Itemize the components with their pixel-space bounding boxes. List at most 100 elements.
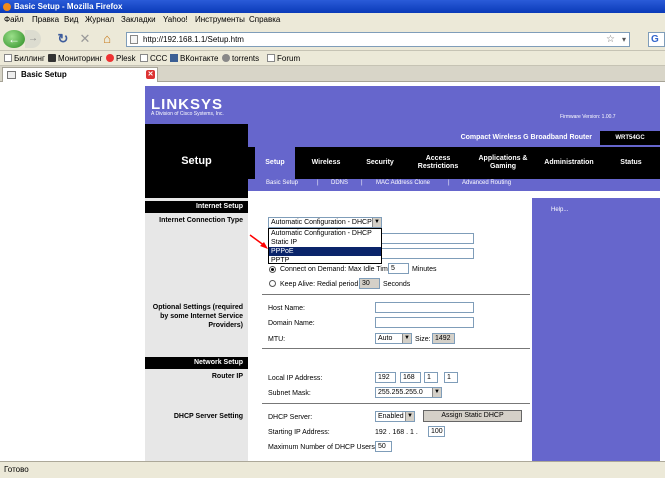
window-title-bar: Basic Setup - Mozilla Firefox bbox=[0, 0, 665, 13]
mtu-select[interactable]: Auto ▼ bbox=[375, 333, 412, 344]
stop-icon[interactable]: ✕ bbox=[78, 30, 92, 48]
pppoe-password-input[interactable] bbox=[378, 248, 474, 259]
reload-icon[interactable]: ↻ bbox=[56, 30, 70, 48]
local-ip-label: Local IP Address: bbox=[268, 375, 323, 382]
model-badge: WRT54GC bbox=[600, 131, 660, 145]
local-ip-octet-1[interactable]: 192 bbox=[375, 372, 396, 383]
subnet-mask-label: Subnet Mask: bbox=[268, 390, 311, 397]
subnet-mask-select[interactable]: 255.255.255.0 ▼ bbox=[375, 387, 442, 398]
menu-edit[interactable]: Правка bbox=[32, 13, 59, 27]
subtab-advanced-routing[interactable]: Advanced Routing bbox=[462, 180, 511, 186]
host-name-label: Host Name: bbox=[268, 305, 305, 312]
subtab-separator: | bbox=[361, 180, 363, 186]
tab-bar: Basic Setup ✕ bbox=[0, 66, 665, 82]
menu-yahoo[interactable]: Yahoo! bbox=[163, 13, 188, 27]
page-icon bbox=[267, 54, 275, 62]
url-dropdown-icon[interactable]: ▾ bbox=[622, 33, 626, 46]
bookmark-ccc[interactable]: CCC bbox=[140, 51, 167, 66]
tab-title: Basic Setup bbox=[21, 70, 67, 79]
starting-ip-label: Starting IP Address: bbox=[268, 429, 330, 436]
option-pppoe[interactable]: PPPoE bbox=[269, 247, 381, 256]
logo-subtitle: A Division of Cisco Systems, Inc. bbox=[151, 111, 224, 117]
forward-button[interactable]: → bbox=[25, 30, 41, 48]
chevron-down-icon: ▼ bbox=[402, 334, 411, 343]
page-content: LINKSYS A Division of Cisco Systems, Inc… bbox=[0, 83, 665, 461]
navigation-toolbar: ← → ↻ ✕ ⌂ http://192.168.1.1/Setup.htm ☆… bbox=[0, 27, 665, 51]
subtab-mac-clone[interactable]: MAC Address Clone bbox=[376, 180, 430, 186]
bookmark-torrents[interactable]: torrents bbox=[222, 51, 259, 66]
tab-status[interactable]: Status bbox=[606, 147, 656, 179]
menu-help[interactable]: Справка bbox=[249, 13, 280, 27]
divider bbox=[262, 403, 530, 404]
tab-setup[interactable]: Setup bbox=[255, 147, 295, 179]
torrent-icon bbox=[222, 54, 230, 62]
menu-history[interactable]: Журнал bbox=[85, 13, 114, 27]
max-dhcp-users-input[interactable]: 50 bbox=[375, 441, 392, 452]
bookmark-plesk[interactable]: Plesk bbox=[106, 51, 136, 66]
starting-ip-prefix: 192 . 168 . 1 . bbox=[375, 429, 418, 436]
home-icon[interactable]: ⌂ bbox=[100, 30, 114, 48]
bookmark-star-icon[interactable]: ☆ bbox=[606, 33, 615, 46]
assign-static-dhcp-button[interactable]: Assign Static DHCP bbox=[423, 410, 522, 422]
pppoe-username-input[interactable] bbox=[378, 233, 474, 244]
tab-access-restrictions[interactable]: Access Restrictions bbox=[408, 147, 468, 179]
domain-name-input[interactable] bbox=[375, 317, 474, 328]
bookmark-forum[interactable]: Forum bbox=[267, 51, 300, 66]
page-icon bbox=[7, 71, 16, 79]
connection-type-select[interactable]: Automatic Configuration - DHCP ▼ bbox=[268, 217, 382, 228]
dhcp-server-select[interactable]: Enabled ▼ bbox=[375, 411, 415, 422]
bookmark-billing[interactable]: Биллинг bbox=[4, 51, 45, 66]
product-name: Compact Wireless G Broadband Router bbox=[460, 134, 592, 141]
tab-wireless[interactable]: Wireless bbox=[300, 147, 352, 179]
subtab-basic-setup[interactable]: Basic Setup bbox=[266, 180, 298, 186]
subtabs-band bbox=[248, 179, 660, 191]
help-link[interactable]: Help... bbox=[551, 207, 568, 213]
keep-alive-radio[interactable] bbox=[269, 280, 276, 287]
starting-ip-input[interactable]: 100 bbox=[428, 426, 445, 437]
connect-on-demand-label: Connect on Demand: Max Idle Time bbox=[280, 266, 392, 273]
mtu-size-label: Size: bbox=[415, 336, 431, 343]
dhcp-server-setting-label: DHCP Server Setting bbox=[173, 413, 243, 420]
redial-period-input[interactable]: 30 bbox=[359, 278, 380, 289]
red-arrow-icon bbox=[249, 234, 268, 249]
window-title: Basic Setup - Mozilla Firefox bbox=[14, 2, 123, 11]
option-pptp[interactable]: PPTP bbox=[269, 256, 381, 265]
bookmark-vkontakte[interactable]: ВКонтакте bbox=[170, 51, 219, 66]
back-button[interactable]: ← bbox=[3, 30, 25, 48]
menu-file[interactable]: Файл bbox=[4, 13, 24, 27]
local-ip-octet-2[interactable]: 168 bbox=[400, 372, 421, 383]
redial-period-unit: Seconds bbox=[383, 281, 411, 288]
chevron-down-icon: ▼ bbox=[372, 218, 381, 227]
connect-on-demand-radio[interactable] bbox=[269, 266, 276, 273]
subtab-separator: | bbox=[448, 180, 450, 186]
google-icon: G bbox=[651, 34, 659, 45]
vk-icon bbox=[170, 54, 178, 62]
option-static-ip[interactable]: Static IP bbox=[269, 238, 381, 247]
close-tab-icon[interactable]: ✕ bbox=[146, 70, 155, 79]
option-dhcp[interactable]: Automatic Configuration - DHCP bbox=[269, 229, 381, 238]
connection-type-dropdown: Automatic Configuration - DHCP Static IP… bbox=[268, 228, 382, 264]
page-title: Setup bbox=[181, 155, 212, 167]
menu-tools[interactable]: Инструменты bbox=[195, 13, 245, 27]
router-ip-label: Router IP bbox=[211, 373, 243, 380]
mtu-size-input[interactable]: 1492 bbox=[432, 333, 455, 344]
bookmarks-toolbar: Биллинг Мониторинг Plesk CCC ВКонтакте t… bbox=[0, 51, 665, 66]
host-name-input[interactable] bbox=[375, 302, 474, 313]
bookmark-monitoring[interactable]: Мониторинг bbox=[48, 51, 102, 66]
max-dhcp-users-label: Maximum Number of DHCP Users: bbox=[268, 444, 377, 451]
local-ip-octet-4[interactable]: 1 bbox=[444, 372, 458, 383]
menu-view[interactable]: Вид bbox=[64, 13, 78, 27]
tab-security[interactable]: Security bbox=[355, 147, 405, 179]
local-ip-octet-3[interactable]: 1 bbox=[424, 372, 438, 383]
address-bar[interactable]: http://192.168.1.1/Setup.htm ☆ ▾ bbox=[126, 32, 630, 47]
chevron-down-icon: ▼ bbox=[432, 388, 441, 397]
search-box[interactable]: G bbox=[648, 32, 665, 47]
page-icon bbox=[130, 35, 138, 44]
tab-applications-gaming[interactable]: Applications & Gaming bbox=[472, 147, 534, 179]
subtab-ddns[interactable]: DDNS bbox=[331, 180, 348, 186]
max-idle-input[interactable]: 5 bbox=[388, 263, 409, 274]
tab-administration[interactable]: Administration bbox=[538, 147, 600, 179]
menu-bookmarks[interactable]: Закладки bbox=[121, 13, 156, 27]
keep-alive-label: Keep Alive: Redial period bbox=[280, 281, 359, 288]
tab-basic-setup[interactable]: Basic Setup ✕ bbox=[2, 67, 158, 82]
